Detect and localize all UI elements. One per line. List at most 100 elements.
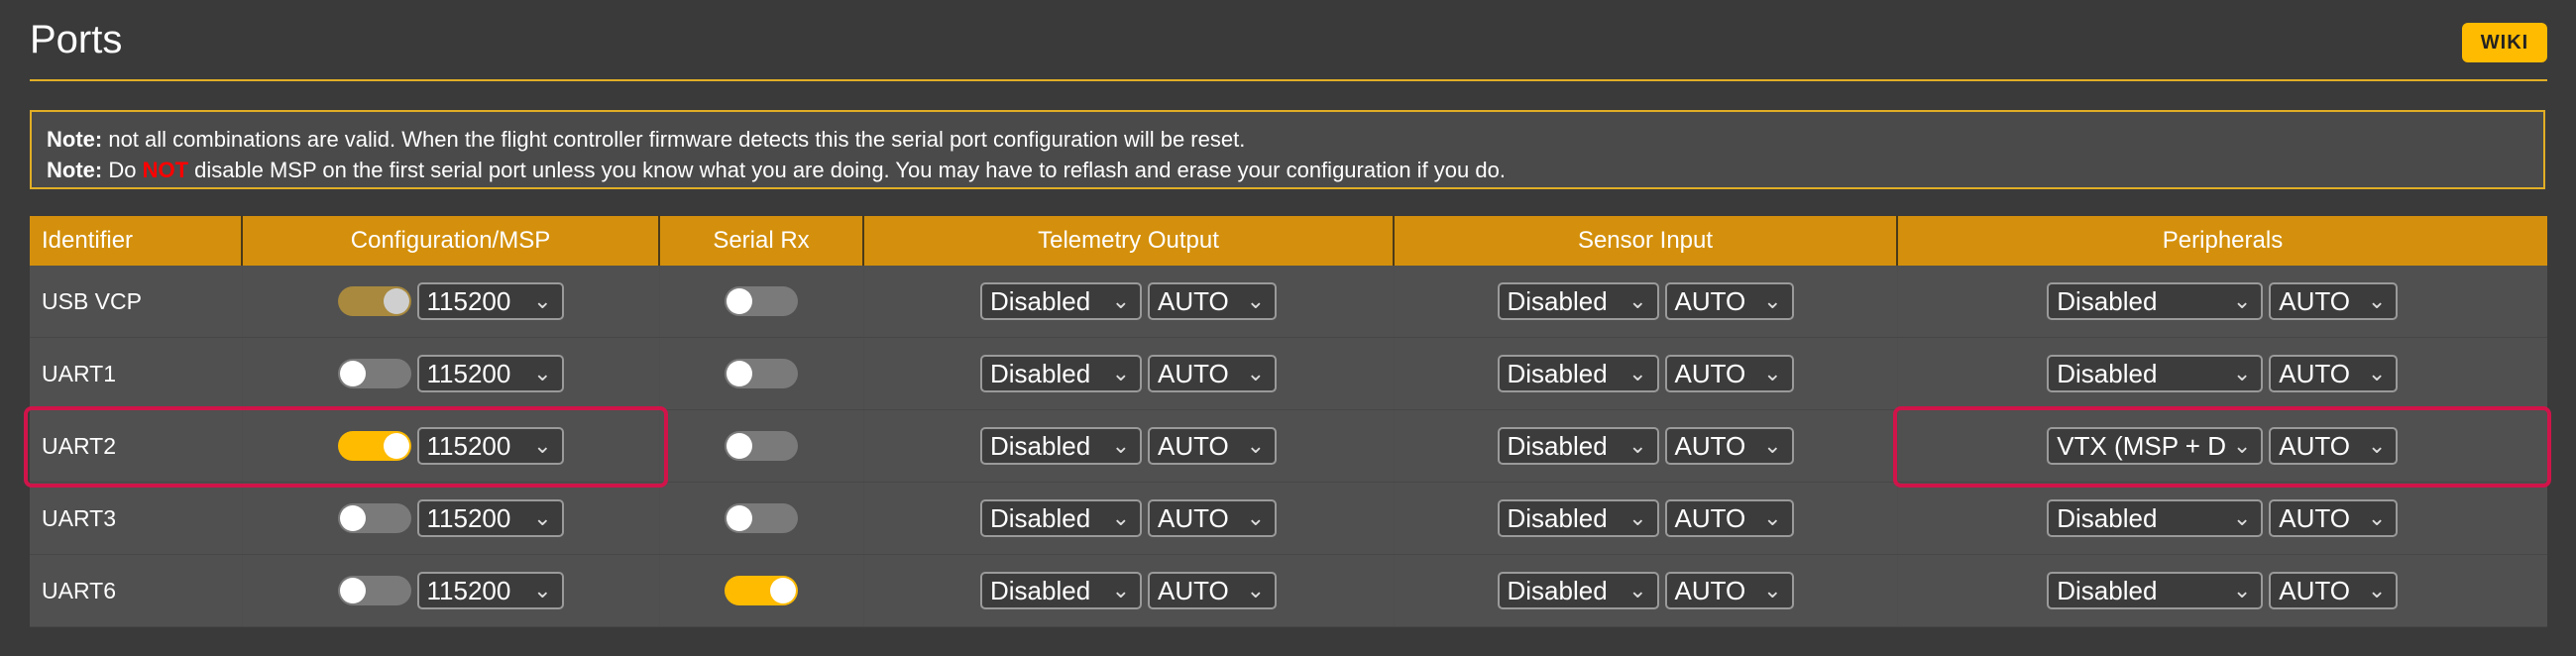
telemetry-select[interactable]: Disabled ⌄ xyxy=(980,427,1142,465)
msp-toggle[interactable] xyxy=(337,503,411,533)
chevron-down-icon: ⌄ xyxy=(1763,433,1782,458)
peripheral-select[interactable]: VTX (MSP + D ⌄ xyxy=(2047,427,2264,465)
serial-rx-toggle[interactable] xyxy=(725,286,798,316)
peripheral-baud-select[interactable]: AUTO ⌄ xyxy=(2269,572,2399,609)
telemetry-select[interactable]: Disabled ⌄ xyxy=(980,499,1142,537)
chevron-down-icon: ⌄ xyxy=(1111,288,1130,313)
toggle-knob xyxy=(727,361,752,386)
serial-rx-toggle[interactable] xyxy=(725,359,798,388)
chevron-down-icon: ⌄ xyxy=(1246,361,1265,385)
chevron-down-icon: ⌄ xyxy=(1111,578,1130,602)
peripherals-cell: Disabled ⌄ AUTO ⌄ xyxy=(1897,266,2547,338)
chevron-down-icon: ⌄ xyxy=(2367,505,2387,530)
peripheral-baud-select[interactable]: AUTO ⌄ xyxy=(2269,282,2399,320)
header-sensor-input: Sensor Input xyxy=(1394,216,1898,266)
table-row: UART1 115200 ⌄ Disabled ⌄ AUTO ⌄ Disabled ⌄ AUTO ⌄… xyxy=(30,337,2547,410)
telemetry-baud-select[interactable]: AUTO ⌄ xyxy=(1148,499,1277,537)
chevron-down-icon: ⌄ xyxy=(1246,505,1265,530)
telemetry-baud-select[interactable]: AUTO ⌄ xyxy=(1148,355,1277,392)
sensor-baud-select[interactable]: AUTO ⌄ xyxy=(1664,572,1794,609)
select-value: AUTO xyxy=(2279,503,2351,533)
configuration-msp-cell: 115200 ⌄ xyxy=(242,337,660,410)
msp-toggle[interactable] xyxy=(337,359,411,388)
msp-baud-select[interactable]: 115200 ⌄ xyxy=(416,499,564,537)
chevron-down-icon: ⌄ xyxy=(2232,505,2252,530)
sensor-input-cell: Disabled ⌄ AUTO ⌄ xyxy=(1394,266,1898,338)
sensor-select[interactable]: Disabled ⌄ xyxy=(1497,427,1659,465)
chevron-down-icon: ⌄ xyxy=(2232,361,2252,385)
msp-baud-select[interactable]: 115200 ⌄ xyxy=(416,572,564,609)
select-value: Disabled xyxy=(990,576,1091,605)
select-value: Disabled xyxy=(990,503,1091,533)
ports-table: Identifier Configuration/MSP Serial Rx T… xyxy=(30,216,2547,627)
telemetry-baud-select[interactable]: AUTO ⌄ xyxy=(1148,427,1277,465)
telemetry-select[interactable]: Disabled ⌄ xyxy=(980,355,1142,392)
peripherals-cell: Disabled ⌄ AUTO ⌄ xyxy=(1897,337,2547,410)
sensor-select[interactable]: Disabled ⌄ xyxy=(1497,572,1659,609)
serial-rx-toggle[interactable] xyxy=(725,576,798,605)
select-value: AUTO xyxy=(1158,503,1229,533)
peripheral-baud-select[interactable]: AUTO ⌄ xyxy=(2269,355,2399,392)
sensor-baud-select[interactable]: AUTO ⌄ xyxy=(1664,282,1794,320)
serial-rx-cell xyxy=(659,554,864,627)
table-header-row: Identifier Configuration/MSP Serial Rx T… xyxy=(30,216,2547,266)
select-value: AUTO xyxy=(2279,359,2351,388)
sensor-input-cell: Disabled ⌄ AUTO ⌄ xyxy=(1394,409,1898,483)
peripheral-select[interactable]: Disabled ⌄ xyxy=(2047,355,2264,392)
telemetry-output-cell: Disabled ⌄ AUTO ⌄ xyxy=(863,266,1395,338)
peripheral-select[interactable]: Disabled ⌄ xyxy=(2047,282,2264,320)
peripheral-baud-select[interactable]: AUTO ⌄ xyxy=(2269,499,2399,537)
select-value: Disabled xyxy=(1507,286,1608,316)
chevron-down-icon: ⌄ xyxy=(1111,361,1130,385)
telemetry-output-cell: Disabled ⌄ AUTO ⌄ xyxy=(863,554,1395,627)
sensor-baud-select[interactable]: AUTO ⌄ xyxy=(1664,427,1794,465)
select-value: Disabled xyxy=(1507,576,1608,605)
msp-baud-select[interactable]: 115200 ⌄ xyxy=(416,282,564,320)
sensor-select[interactable]: Disabled ⌄ xyxy=(1497,355,1659,392)
select-value: VTX (MSP + D xyxy=(2057,431,2226,461)
configuration-msp-cell: 115200 ⌄ xyxy=(242,266,660,338)
peripheral-select[interactable]: Disabled ⌄ xyxy=(2047,499,2264,537)
msp-toggle[interactable] xyxy=(337,286,411,316)
peripherals-cell: VTX (MSP + D ⌄ AUTO ⌄ xyxy=(1897,409,2547,483)
note-prefix: Note: xyxy=(47,127,103,152)
sensor-baud-select[interactable]: AUTO ⌄ xyxy=(1664,355,1794,392)
msp-baud-select[interactable]: 115200 ⌄ xyxy=(416,355,564,392)
wiki-button[interactable]: WIKI xyxy=(2462,23,2547,62)
chevron-down-icon: ⌄ xyxy=(2232,433,2252,458)
sensor-select[interactable]: Disabled ⌄ xyxy=(1497,499,1659,537)
select-value: AUTO xyxy=(1158,576,1229,605)
chevron-down-icon: ⌄ xyxy=(2367,433,2387,458)
serial-rx-cell xyxy=(659,409,864,483)
telemetry-output-cell: Disabled ⌄ AUTO ⌄ xyxy=(863,409,1395,483)
serial-rx-cell xyxy=(659,337,864,410)
note-warning-word: NOT xyxy=(142,158,189,182)
chevron-down-icon: ⌄ xyxy=(2232,288,2252,313)
msp-toggle[interactable] xyxy=(337,431,411,461)
telemetry-select[interactable]: Disabled ⌄ xyxy=(980,282,1142,320)
note-text: not all combinations are valid. When the… xyxy=(102,127,1246,152)
toggle-knob xyxy=(727,288,752,314)
select-value: AUTO xyxy=(2279,576,2351,605)
note-box: Note: not all combinations are valid. Wh… xyxy=(30,110,2545,189)
msp-toggle[interactable] xyxy=(337,576,411,605)
peripheral-baud-select[interactable]: AUTO ⌄ xyxy=(2269,427,2399,465)
select-value: AUTO xyxy=(2279,431,2351,461)
peripheral-select[interactable]: Disabled ⌄ xyxy=(2047,572,2264,609)
serial-rx-toggle[interactable] xyxy=(725,431,798,461)
serial-rx-toggle[interactable] xyxy=(725,503,798,533)
page-header: Ports WIKI xyxy=(30,0,2547,81)
select-value: 115200 xyxy=(426,431,511,461)
telemetry-baud-select[interactable]: AUTO ⌄ xyxy=(1148,282,1277,320)
msp-baud-select[interactable]: 115200 ⌄ xyxy=(416,427,564,465)
select-value: AUTO xyxy=(1674,359,1746,388)
toggle-knob xyxy=(339,578,366,603)
sensor-baud-select[interactable]: AUTO ⌄ xyxy=(1664,499,1794,537)
select-value: AUTO xyxy=(1674,431,1746,461)
select-value: Disabled xyxy=(1507,503,1608,533)
telemetry-select[interactable]: Disabled ⌄ xyxy=(980,572,1142,609)
configuration-msp-cell: 115200 ⌄ xyxy=(242,409,660,483)
telemetry-output-cell: Disabled ⌄ AUTO ⌄ xyxy=(863,337,1395,410)
sensor-select[interactable]: Disabled ⌄ xyxy=(1497,282,1659,320)
telemetry-baud-select[interactable]: AUTO ⌄ xyxy=(1148,572,1277,609)
